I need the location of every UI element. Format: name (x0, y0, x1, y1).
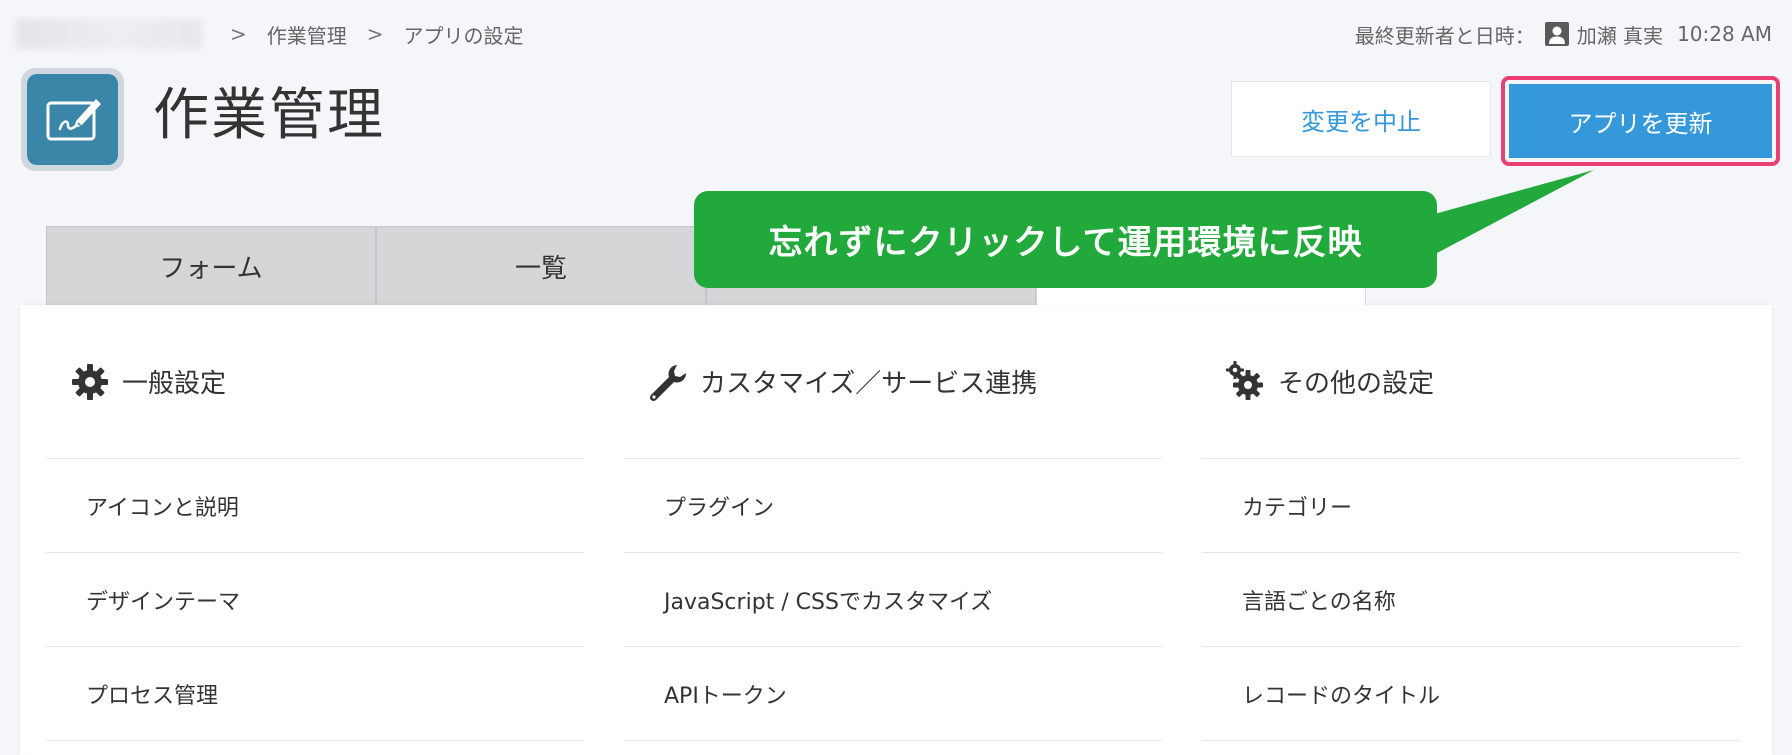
pencil-tablet-icon (21, 68, 124, 171)
setting-plugins[interactable]: プラグイン (624, 459, 1162, 553)
breadcrumb-home-link[interactable] (16, 19, 202, 49)
user-icon (1544, 22, 1569, 46)
last-updated-time: 10:28 AM (1677, 22, 1772, 46)
setting-localized-names[interactable]: 言語ごとの名称 (1202, 553, 1740, 647)
section-title: 一般設定 (122, 369, 227, 399)
last-updated-user[interactable]: 加瀬 真実 (1577, 20, 1663, 49)
setting-design-theme[interactable]: デザインテーマ (46, 553, 584, 647)
setting-process-management[interactable]: プロセス管理 (46, 647, 584, 741)
section-other: その他の設定 カテゴリー 言語ごとの名称 レコードのタイトル (1202, 305, 1740, 741)
breadcrumb: > 作業管理 > アプリの設定 (16, 16, 544, 52)
breadcrumb-separator: > (230, 22, 247, 46)
gears-icon (1224, 360, 1268, 404)
setting-category[interactable]: カテゴリー (1202, 459, 1740, 553)
section-customize: カスタマイズ／サービス連携 プラグイン JavaScript / CSSでカスタ… (624, 305, 1162, 741)
section-general: 一般設定 アイコンと説明 デザインテーマ プロセス管理 (46, 305, 584, 741)
last-updated-info: 最終更新者と日時： 加瀬 真実 10:28 AM (1355, 16, 1772, 52)
wrench-icon (646, 360, 690, 404)
setting-js-css-customize[interactable]: JavaScript / CSSでカスタマイズ (624, 553, 1162, 647)
gear-icon (68, 360, 112, 404)
update-button-highlight: アプリを更新 (1501, 76, 1780, 166)
setting-icon-description[interactable]: アイコンと説明 (46, 459, 584, 553)
breadcrumb-item-settings: アプリの設定 (403, 23, 524, 48)
callout-annotation: 忘れずにクリックして運用環境に反映 (694, 191, 1437, 288)
section-header: 一般設定 (46, 305, 584, 459)
page-title: 作業管理 (153, 83, 385, 148)
settings-panel: 一般設定 アイコンと説明 デザインテーマ プロセス管理 カスタマイズ／サービス連… (20, 305, 1772, 755)
section-title: その他の設定 (1278, 369, 1435, 399)
section-header: その他の設定 (1202, 305, 1740, 459)
section-header: カスタマイズ／サービス連携 (624, 305, 1162, 459)
setting-api-token[interactable]: APIトークン (624, 647, 1162, 741)
breadcrumb-item-app[interactable]: 作業管理 (267, 20, 347, 49)
last-updated-label: 最終更新者と日時： (1354, 23, 1535, 48)
update-app-button[interactable]: アプリを更新 (1509, 84, 1772, 158)
tab-list[interactable]: 一覧 (376, 226, 706, 306)
top-bar: > 作業管理 > アプリの設定 最終更新者と日時： 加瀬 真実 10:28 AM (0, 0, 1792, 66)
setting-record-title[interactable]: レコードのタイトル (1202, 647, 1740, 741)
section-title: カスタマイズ／サービス連携 (700, 369, 1038, 399)
cancel-changes-button[interactable]: 変更を中止 (1231, 81, 1491, 157)
tab-form[interactable]: フォーム (46, 226, 376, 306)
breadcrumb-separator: > (366, 22, 384, 46)
